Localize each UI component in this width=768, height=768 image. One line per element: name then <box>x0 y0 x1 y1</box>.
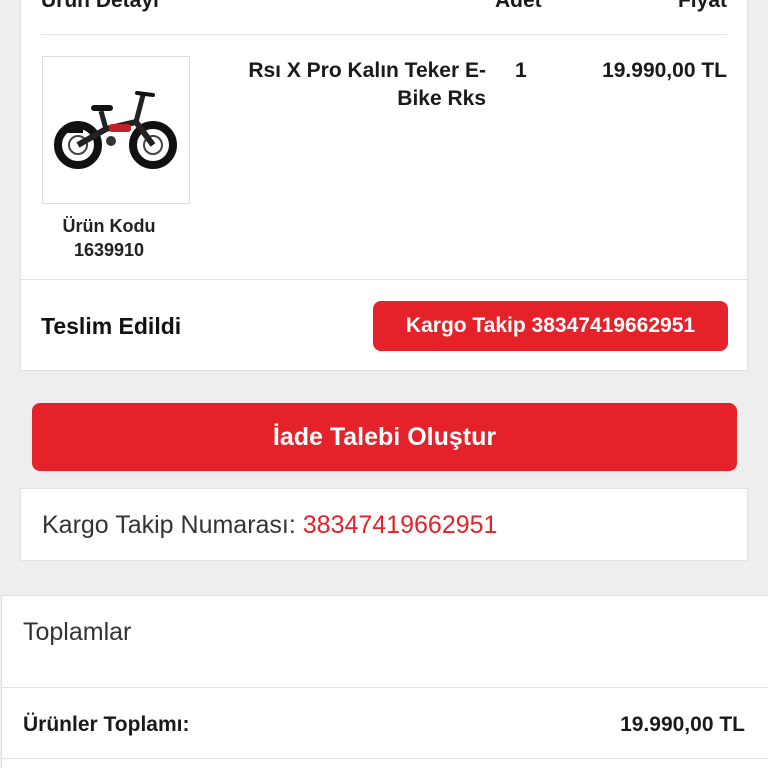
header-quantity: Adet <box>495 0 542 12</box>
totals-card: Toplamlar Ürünler Toplamı: 19.990,00 TL <box>1 595 768 768</box>
status-divider <box>21 279 747 280</box>
product-image[interactable] <box>42 56 190 204</box>
totals-divider-bottom <box>2 758 768 759</box>
delivery-status: Teslim Edildi <box>41 313 182 339</box>
header-product-detail: Ürün Detayı <box>41 0 159 12</box>
product-quantity: 1 <box>515 59 527 82</box>
header-divider <box>41 34 727 35</box>
totals-divider <box>2 687 768 688</box>
product-price: 19.990,00 TL <box>602 59 727 82</box>
e-bike-icon <box>54 91 177 169</box>
order-card: Ürün Detayı Adet Fiyat Ürün Kodu 1639910… <box>20 0 748 371</box>
cargo-tracking-button[interactable]: Kargo Takip 38347419662951 <box>373 301 728 351</box>
products-total-value: 19.990,00 TL <box>620 713 745 736</box>
create-return-request-button[interactable]: İade Talebi Oluştur <box>32 403 737 471</box>
tracking-number-row: Kargo Takip Numarası: 38347419662951 <box>42 511 497 540</box>
products-total-label: Ürünler Toplamı: <box>23 713 190 736</box>
product-code-label: Ürün Kodu <box>62 216 156 236</box>
header-price: Fiyat <box>677 0 727 12</box>
product-code-value: 1639910 <box>73 240 145 260</box>
product-name[interactable]: Rsı X Pro Kalın Teker E-Bike Rks <box>211 57 486 113</box>
product-code: Ürün Kodu 1639910 <box>42 214 176 262</box>
totals-title: Toplamlar <box>23 618 132 646</box>
tracking-number-value[interactable]: 38347419662951 <box>303 511 498 539</box>
tracking-number-label: Kargo Takip Numarası: <box>42 511 296 539</box>
tracking-card: Kargo Takip Numarası: 38347419662951 <box>20 488 748 561</box>
